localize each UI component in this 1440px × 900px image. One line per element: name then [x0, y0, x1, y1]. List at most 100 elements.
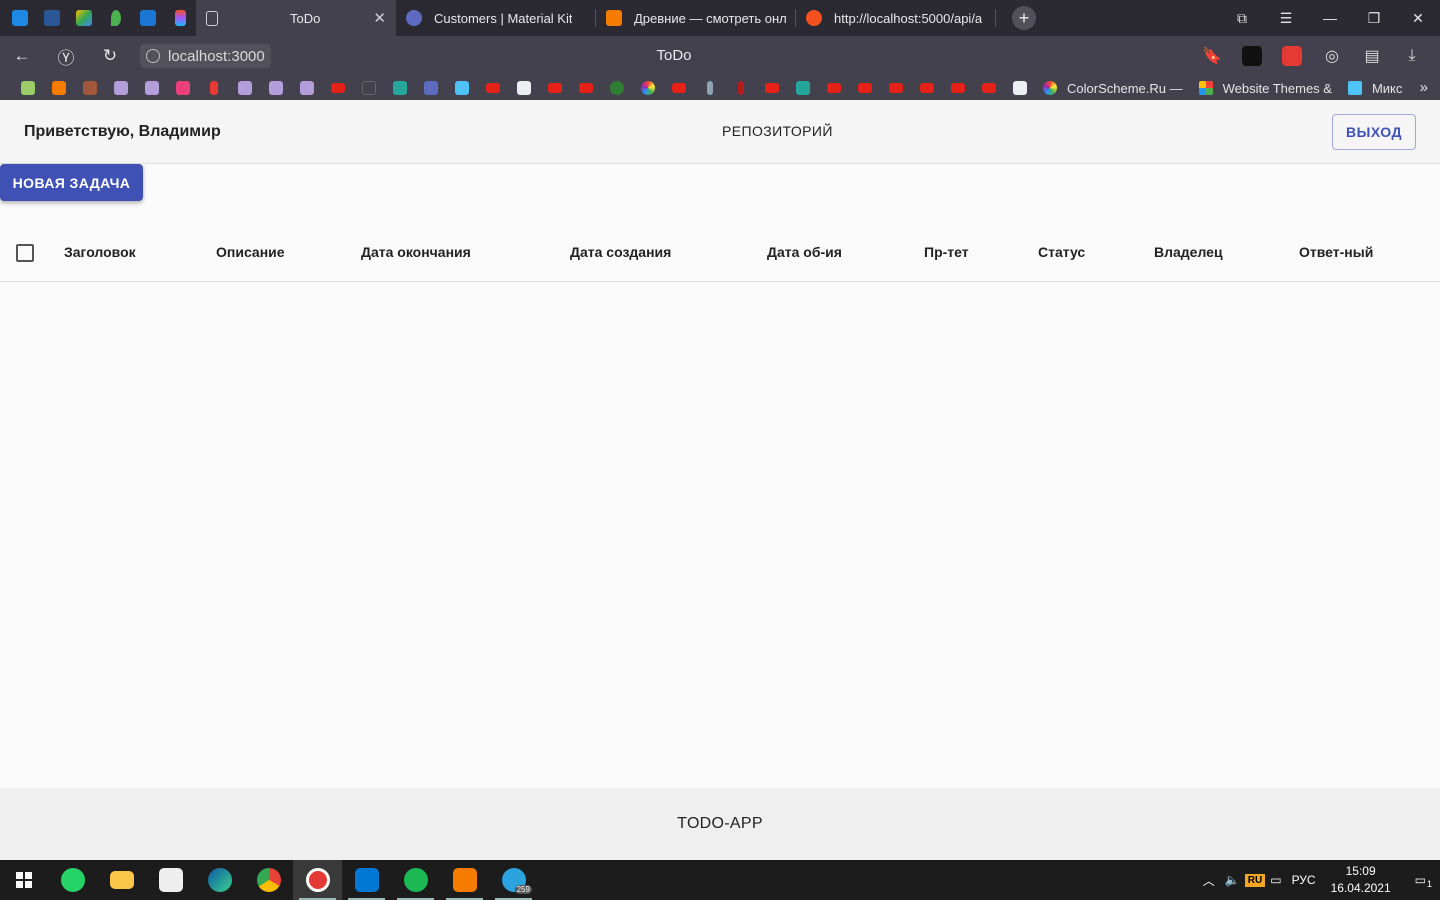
- youtube-icon[interactable]: [570, 76, 601, 100]
- column-header-priority[interactable]: Пр-тет: [924, 244, 969, 260]
- taskbar-yandex-browser[interactable]: [293, 860, 342, 900]
- youtube-icon[interactable]: [477, 76, 508, 100]
- youtube-icon[interactable]: [322, 76, 353, 100]
- bookmark-item[interactable]: [601, 76, 632, 100]
- vk-icon[interactable]: [1232, 36, 1272, 76]
- pinned-tab-messages[interactable]: [4, 0, 36, 36]
- tab-todo[interactable]: ToDo ✕: [196, 0, 396, 36]
- yandex-icon[interactable]: Ⓨ: [44, 36, 88, 76]
- select-all-checkbox[interactable]: [16, 244, 34, 262]
- pinned-tab-tailwind[interactable]: [132, 0, 164, 36]
- back-icon[interactable]: ←: [0, 36, 44, 76]
- bookmark-item[interactable]: [446, 76, 477, 100]
- taskbar-whatsapp[interactable]: [48, 860, 97, 900]
- repository-link[interactable]: РЕПОЗИТОРИЙ: [722, 123, 833, 139]
- bookmark-item[interactable]: [632, 76, 663, 100]
- youtube-icon[interactable]: [818, 76, 849, 100]
- pinned-tab-mongodb[interactable]: [100, 0, 132, 36]
- restore-icon[interactable]: ❐: [1352, 0, 1396, 36]
- logout-button[interactable]: ВЫХОД: [1332, 114, 1416, 150]
- taskbar-edge[interactable]: [195, 860, 244, 900]
- new-task-button[interactable]: НОВАЯ ЗАДАЧА: [0, 164, 143, 201]
- reload-icon[interactable]: ↻: [88, 36, 132, 76]
- menu-icon[interactable]: ☰: [1264, 0, 1308, 36]
- clock[interactable]: 15:09 16.04.2021: [1321, 863, 1401, 897]
- page-icon[interactable]: [353, 76, 384, 100]
- bookmark-item[interactable]: [167, 76, 198, 100]
- bookmark-item[interactable]: [74, 76, 105, 100]
- bookmark-item[interactable]: [694, 76, 725, 100]
- bookmark-icon[interactable]: 🔖: [1192, 36, 1232, 76]
- tabs-icon[interactable]: ⧉: [1220, 0, 1264, 36]
- tab-api[interactable]: http://localhost:5000/api/a: [796, 0, 996, 36]
- youtube-icon[interactable]: [973, 76, 1004, 100]
- youtube-icon[interactable]: [756, 76, 787, 100]
- taskbar-app[interactable]: [440, 860, 489, 900]
- taskbar-spotify[interactable]: [391, 860, 440, 900]
- column-header-description[interactable]: Описание: [216, 244, 285, 260]
- store-icon: [158, 868, 183, 892]
- column-header-status[interactable]: Статус: [1038, 244, 1085, 260]
- taskbar-telegram[interactable]: 259: [489, 860, 538, 900]
- tab-customers[interactable]: Customers | Material Kit: [396, 0, 596, 36]
- bookmark-misc[interactable]: Микс: [1340, 81, 1410, 96]
- youtube-icon[interactable]: [911, 76, 942, 100]
- window-controls: ⧉ ☰ — ❐ ✕: [1220, 0, 1440, 36]
- pinned-tab-figma[interactable]: [164, 0, 196, 36]
- bookmark-website-themes[interactable]: Website Themes &: [1191, 81, 1340, 96]
- spotify-icon: [403, 868, 428, 892]
- youtube-icon[interactable]: [942, 76, 973, 100]
- start-button[interactable]: [0, 860, 48, 900]
- chevron-up-icon[interactable]: ︿: [1198, 872, 1220, 889]
- tab-drevnie[interactable]: Древние — смотреть онл: [596, 0, 796, 36]
- target-icon[interactable]: ◎: [1312, 36, 1352, 76]
- bookmark-item[interactable]: [787, 76, 818, 100]
- bookmark-item[interactable]: [136, 76, 167, 100]
- column-header-updated-date[interactable]: Дата об-ия: [767, 244, 842, 260]
- column-header-title[interactable]: Заголовок: [64, 244, 136, 260]
- taskbar-store[interactable]: [146, 860, 195, 900]
- bookmark-item[interactable]: [384, 76, 415, 100]
- volume-icon[interactable]: 🔈: [1220, 873, 1245, 887]
- bookmark-item[interactable]: [12, 76, 43, 100]
- bookmark-item[interactable]: [43, 76, 74, 100]
- bookmark-item[interactable]: [198, 76, 229, 100]
- collections-icon[interactable]: ▤: [1352, 36, 1392, 76]
- column-header-assignee[interactable]: Ответ-ный: [1299, 244, 1373, 260]
- column-header-created-date[interactable]: Дата создания: [570, 244, 671, 260]
- address-bar[interactable]: localhost:3000: [140, 44, 271, 68]
- new-tab-button[interactable]: +: [1012, 6, 1036, 30]
- bookmark-colorscheme[interactable]: ColorScheme.Ru —: [1035, 81, 1191, 96]
- close-window-icon[interactable]: ✕: [1396, 0, 1440, 36]
- minimize-icon[interactable]: —: [1308, 0, 1352, 36]
- extension-icon[interactable]: [1272, 36, 1312, 76]
- more-bookmarks-icon[interactable]: »: [1420, 76, 1428, 100]
- bookmark-item[interactable]: [1004, 76, 1035, 100]
- language-indicator[interactable]: РУС: [1287, 873, 1321, 887]
- bookmark-item[interactable]: [725, 76, 756, 100]
- close-tab-icon[interactable]: ✕: [363, 9, 386, 27]
- taskbar-vscode[interactable]: [342, 860, 391, 900]
- column-header-owner[interactable]: Владелец: [1154, 244, 1223, 260]
- pinned-tab-word[interactable]: [36, 0, 68, 36]
- column-header-due-date[interactable]: Дата окончания: [361, 244, 471, 260]
- bookmark-item[interactable]: [105, 76, 136, 100]
- site-info-icon[interactable]: [146, 49, 160, 63]
- notifications-icon[interactable]: ▭ 1: [1401, 873, 1440, 889]
- bookmark-item[interactable]: [229, 76, 260, 100]
- bookmark-item[interactable]: [260, 76, 291, 100]
- bookmark-item[interactable]: [291, 76, 322, 100]
- pinned-tab-drive[interactable]: [68, 0, 100, 36]
- taskbar-explorer[interactable]: [97, 860, 146, 900]
- youtube-icon[interactable]: [663, 76, 694, 100]
- bookmark-item[interactable]: [508, 76, 539, 100]
- lang-badge[interactable]: RU: [1244, 873, 1266, 887]
- tab-title: Древние — смотреть онл: [634, 10, 786, 26]
- network-icon[interactable]: ▭: [1265, 873, 1286, 887]
- php-icon[interactable]: [415, 76, 446, 100]
- youtube-icon[interactable]: [539, 76, 570, 100]
- youtube-icon[interactable]: [849, 76, 880, 100]
- taskbar-chrome[interactable]: [244, 860, 293, 900]
- youtube-icon[interactable]: [880, 76, 911, 100]
- download-icon[interactable]: ⤓: [1392, 36, 1432, 76]
